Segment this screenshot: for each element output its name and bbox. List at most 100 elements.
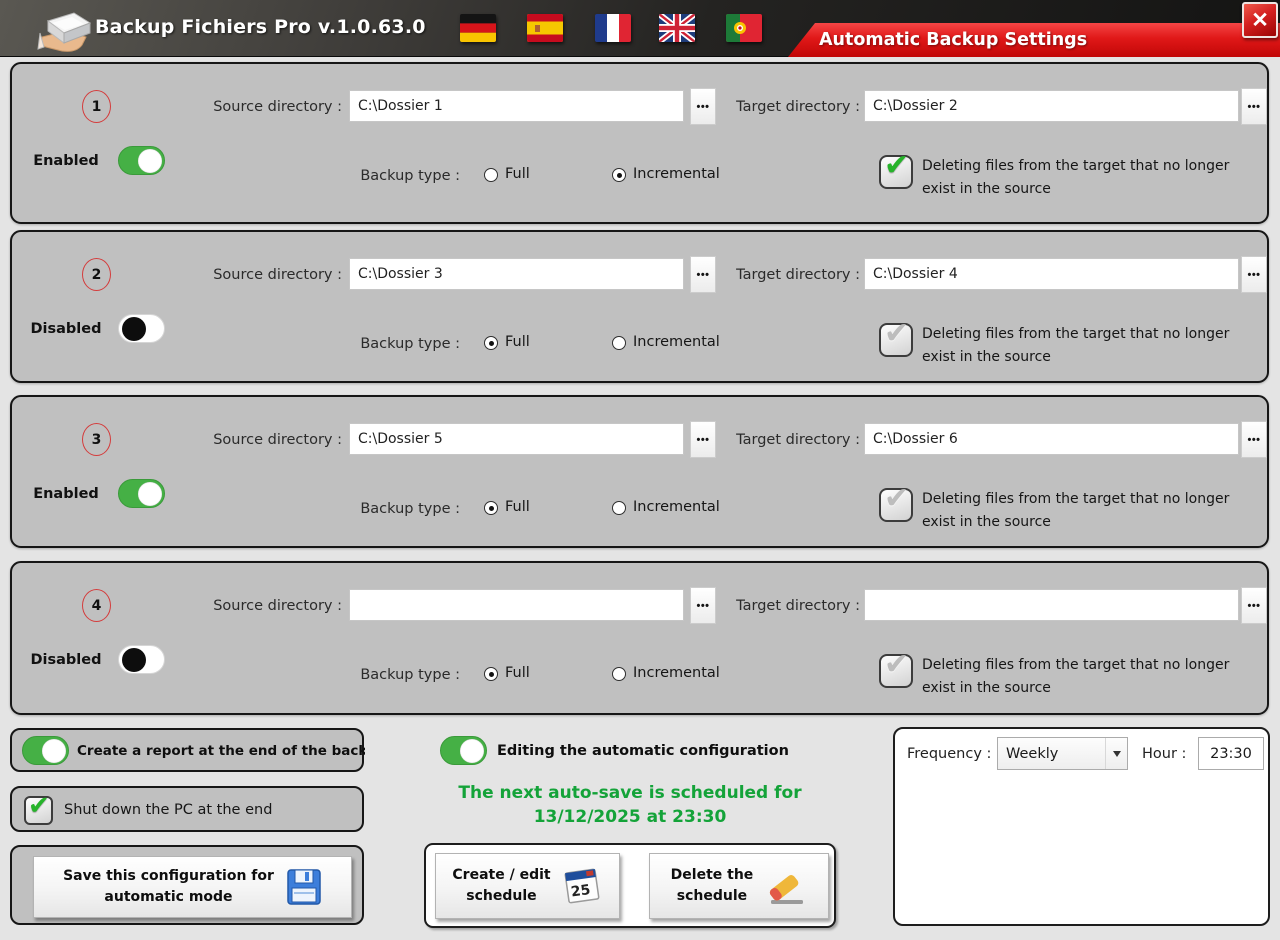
check-icon: ✔: [884, 650, 909, 680]
check-icon: ✔: [884, 319, 909, 349]
target-directory-input[interactable]: [864, 90, 1239, 122]
job-enable-toggle[interactable]: [118, 479, 165, 508]
target-directory-input[interactable]: [864, 589, 1239, 621]
browse-source-button[interactable]: •••: [690, 587, 716, 624]
schedule-buttons-panel: Create / editschedule 25 Delete thesched…: [424, 843, 836, 928]
target-directory-label: Target directory :: [722, 99, 860, 115]
source-directory-label: Source directory :: [184, 267, 342, 283]
job-number-badge: 2: [82, 258, 111, 291]
browse-target-button[interactable]: •••: [1241, 421, 1267, 458]
radio-incremental[interactable]: [612, 168, 626, 182]
shutdown-checkbox[interactable]: ✔: [24, 796, 53, 825]
backup-job-row-3: 3 Enabled Source directory : ••• Target …: [10, 395, 1269, 548]
target-directory-input[interactable]: [864, 258, 1239, 290]
job-state-label: Enabled: [22, 486, 110, 502]
job-enable-toggle[interactable]: [118, 314, 165, 343]
delete-schedule-label: Delete theschedule: [671, 865, 754, 907]
report-option-panel: Create a report at the end of the back: [10, 728, 364, 772]
delete-files-checkbox[interactable]: ✔: [879, 323, 913, 357]
backup-job-row-4: 4 Disabled Source directory : ••• Target…: [10, 561, 1269, 715]
toggle-knob: [460, 739, 484, 763]
browse-target-button[interactable]: •••: [1241, 256, 1267, 293]
frequency-panel: Frequency : Weekly Hour :: [893, 727, 1270, 926]
check-icon: ✔: [28, 793, 50, 819]
hour-input[interactable]: [1198, 737, 1264, 770]
source-directory-label: Source directory :: [184, 99, 342, 115]
frequency-label: Frequency :: [907, 746, 991, 762]
toggle-knob: [122, 648, 146, 672]
create-edit-schedule-button[interactable]: Create / editschedule 25: [435, 853, 620, 919]
backup-type-label: Backup type :: [350, 667, 460, 683]
save-config-label: Save this configuration forautomatic mod…: [63, 866, 274, 908]
delete-files-label: Deleting files from the target that no l…: [922, 323, 1252, 368]
delete-files-checkbox[interactable]: ✔: [879, 155, 913, 189]
frequency-value: Weekly: [998, 746, 1105, 762]
report-toggle-label: Create a report at the end of the back: [77, 743, 365, 759]
toggle-knob: [122, 317, 146, 341]
eraser-icon: [763, 864, 807, 908]
job-state-label: Disabled: [22, 652, 110, 668]
browse-source-button[interactable]: •••: [690, 421, 716, 458]
chevron-down-icon: [1105, 738, 1127, 769]
source-directory-input[interactable]: [349, 589, 684, 621]
browse-source-button[interactable]: •••: [690, 88, 716, 125]
browse-target-button[interactable]: •••: [1241, 587, 1267, 624]
source-directory-label: Source directory :: [184, 598, 342, 614]
floppy-disk-icon: [286, 868, 322, 906]
edit-config-toggle[interactable]: [440, 736, 487, 765]
save-config-button[interactable]: Save this configuration forautomatic mod…: [33, 856, 352, 918]
shutdown-option-panel: ✔ Shut down the PC at the end: [10, 786, 364, 832]
toggle-knob: [138, 482, 162, 506]
radio-incremental[interactable]: [612, 667, 626, 681]
toggle-knob: [42, 739, 66, 763]
backup-type-label: Backup type :: [350, 336, 460, 352]
radio-full-label: Full: [505, 334, 530, 350]
job-number-badge: 3: [82, 423, 111, 456]
browse-target-button[interactable]: •••: [1241, 88, 1267, 125]
banner-title: Automatic Backup Settings: [788, 23, 1280, 57]
automatic-backup-settings-window: Backup Fichiers Pro v.1.0.63.0 Automatic…: [0, 0, 1280, 940]
toggle-knob: [138, 149, 162, 173]
browse-source-button[interactable]: •••: [690, 256, 716, 293]
delete-files-label: Deleting files from the target that no l…: [922, 654, 1252, 699]
radio-full[interactable]: [484, 168, 498, 182]
job-number-badge: 1: [82, 90, 111, 123]
flag-spain-icon[interactable]: [527, 14, 563, 42]
radio-full-label: Full: [505, 166, 530, 182]
delete-files-label: Deleting files from the target that no l…: [922, 155, 1252, 200]
create-edit-schedule-label: Create / editschedule: [452, 865, 550, 907]
radio-incremental-label: Incremental: [633, 166, 720, 182]
radio-incremental[interactable]: [612, 336, 626, 350]
hour-label: Hour :: [1142, 746, 1186, 762]
source-directory-input[interactable]: [349, 258, 684, 290]
frequency-dropdown[interactable]: Weekly: [997, 737, 1128, 770]
delete-schedule-button[interactable]: Delete theschedule: [649, 853, 829, 919]
radio-incremental[interactable]: [612, 501, 626, 515]
job-number-badge: 4: [82, 589, 111, 622]
svg-text:25: 25: [570, 882, 592, 901]
radio-full-label: Full: [505, 665, 530, 681]
close-button[interactable]: ✕: [1242, 2, 1278, 38]
flag-france-icon[interactable]: [595, 14, 631, 42]
job-enable-toggle[interactable]: [118, 146, 165, 175]
flag-portugal-icon[interactable]: [726, 14, 762, 42]
flag-united-kingdom-icon[interactable]: [659, 14, 695, 42]
delete-files-checkbox[interactable]: ✔: [879, 488, 913, 522]
radio-full[interactable]: [484, 336, 498, 350]
shutdown-label: Shut down the PC at the end: [64, 802, 272, 818]
radio-full[interactable]: [484, 667, 498, 681]
job-enable-toggle[interactable]: [118, 645, 165, 674]
backup-job-row-1: 1 Enabled Source directory : ••• Target …: [10, 62, 1269, 224]
delete-files-checkbox[interactable]: ✔: [879, 654, 913, 688]
source-directory-input[interactable]: [349, 423, 684, 455]
target-directory-input[interactable]: [864, 423, 1239, 455]
radio-incremental-label: Incremental: [633, 499, 720, 515]
radio-full[interactable]: [484, 501, 498, 515]
flag-germany-icon[interactable]: [460, 14, 496, 42]
calendar-icon: 25: [561, 865, 603, 907]
delete-files-label: Deleting files from the target that no l…: [922, 488, 1252, 533]
source-directory-input[interactable]: [349, 90, 684, 122]
save-config-panel: Save this configuration forautomatic mod…: [10, 845, 364, 925]
edit-config-label: Editing the automatic configuration: [497, 743, 789, 759]
report-toggle[interactable]: [22, 736, 69, 765]
